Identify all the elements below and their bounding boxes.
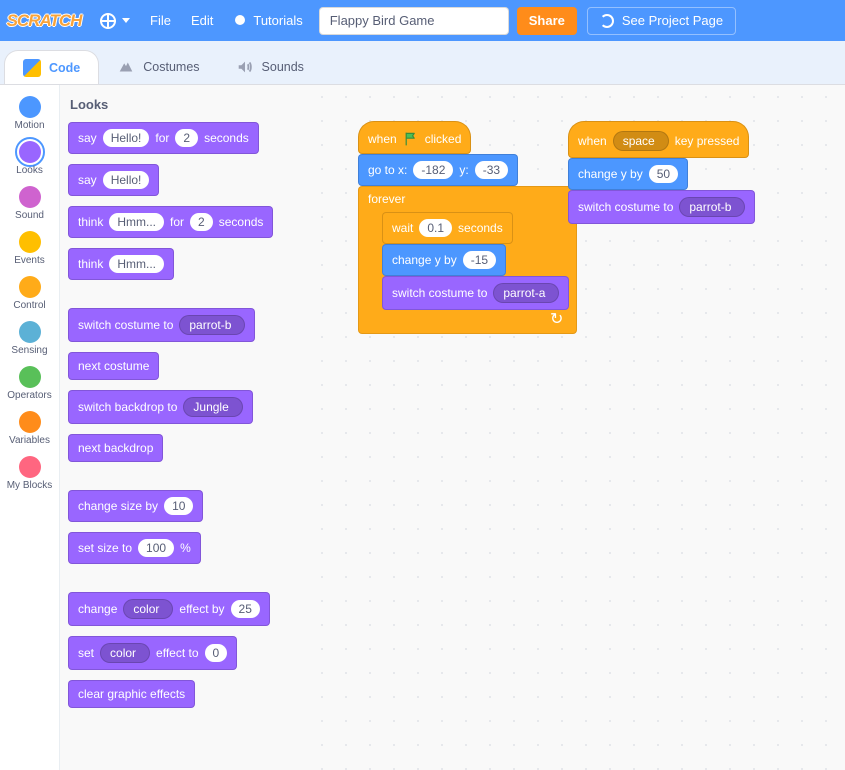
category-myblocks[interactable]: My Blocks <box>0 451 59 496</box>
category-dot <box>19 366 41 388</box>
file-label: File <box>150 13 171 28</box>
loop-icon: ↻ <box>550 309 563 329</box>
category-dot <box>19 456 41 478</box>
block-switch-backdrop[interactable]: switch backdrop to Jungle <box>68 390 253 424</box>
category-variables[interactable]: Variables <box>0 406 59 451</box>
block-change-y[interactable]: change y by 50 <box>568 158 688 190</box>
tab-costumes[interactable]: Costumes <box>99 50 217 84</box>
project-title-field <box>319 7 509 35</box>
category-motion[interactable]: Motion <box>0 91 59 136</box>
category-looks[interactable]: Looks <box>0 136 59 181</box>
block-set-effect[interactable]: set color effect to 0 <box>68 636 237 670</box>
block-next-costume[interactable]: next costume <box>68 352 159 380</box>
block-think-for-secs[interactable]: think Hmm... for 2 seconds <box>68 206 273 238</box>
tab-sounds[interactable]: Sounds <box>218 50 322 84</box>
block-switch-costume[interactable]: switch costume to parrot-a <box>382 276 569 310</box>
category-label: My Blocks <box>7 480 53 491</box>
share-button[interactable]: Share <box>517 7 577 35</box>
scratch-logo[interactable]: SCRATCH <box>8 8 80 33</box>
category-events[interactable]: Events <box>0 226 59 271</box>
block-change-effect[interactable]: change color effect by 25 <box>68 592 270 626</box>
block-switch-costume[interactable]: switch costume to parrot-b <box>68 308 255 342</box>
lightbulb-icon <box>233 14 247 28</box>
block-wait[interactable]: wait 0.1 seconds <box>382 212 513 244</box>
block-say[interactable]: say Hello! <box>68 164 159 196</box>
category-operators[interactable]: Operators <box>0 361 59 406</box>
category-dot <box>19 276 41 298</box>
category-label: Motion <box>14 120 44 131</box>
edit-label: Edit <box>191 13 213 28</box>
chevron-down-icon <box>122 18 130 23</box>
block-switch-costume[interactable]: switch costume to parrot-b <box>568 190 755 224</box>
category-dot <box>19 96 41 118</box>
category-dot <box>19 186 41 208</box>
backdrop-dropdown[interactable]: Jungle <box>183 397 242 417</box>
block-clear-effects[interactable]: clear graphic effects <box>68 680 195 708</box>
sounds-icon <box>236 58 254 76</box>
tutorials-label: Tutorials <box>253 13 302 28</box>
code-icon <box>23 59 41 77</box>
effect-dropdown[interactable]: color <box>123 599 173 619</box>
category-label: Sound <box>15 210 44 221</box>
category-dot <box>19 411 41 433</box>
project-title-input[interactable] <box>319 7 509 35</box>
tab-costumes-label: Costumes <box>143 60 199 74</box>
language-menu[interactable] <box>90 0 140 41</box>
key-dropdown[interactable]: space <box>613 131 669 151</box>
block-say-for-secs[interactable]: say Hello! for 2 seconds <box>68 122 259 154</box>
category-sound[interactable]: Sound <box>0 181 59 226</box>
block-go-to-xy[interactable]: go to x: -182 y: -33 <box>358 154 518 186</box>
category-label: Variables <box>9 435 50 446</box>
tab-code-label: Code <box>49 61 80 75</box>
script-when-flag-clicked[interactable]: when clicked go to x: -182 y: -33 foreve… <box>358 121 577 334</box>
block-category-list: Motion Looks Sound Events Control Sensing Oper… <box>0 85 60 770</box>
block-think[interactable]: think Hmm... <box>68 248 174 280</box>
category-sensing[interactable]: Sensing <box>0 316 59 361</box>
block-set-size[interactable]: set size to 100 % <box>68 532 201 564</box>
block-change-size[interactable]: change size by 10 <box>68 490 203 522</box>
category-dot <box>19 321 41 343</box>
category-dot <box>19 141 41 163</box>
tab-code[interactable]: Code <box>4 50 99 84</box>
block-when-flag-clicked[interactable]: when clicked <box>358 121 471 154</box>
tab-sounds-label: Sounds <box>262 60 304 74</box>
globe-icon <box>100 13 116 29</box>
share-label: Share <box>529 13 565 28</box>
block-palette[interactable]: Looks say Hello! for 2 seconds say Hello… <box>60 85 310 770</box>
category-control[interactable]: Control <box>0 271 59 316</box>
category-label: Operators <box>7 390 51 401</box>
block-when-key-pressed[interactable]: when space key pressed <box>568 121 749 158</box>
costume-dropdown[interactable]: parrot-a <box>493 283 559 303</box>
category-dot <box>19 231 41 253</box>
category-label: Control <box>13 300 45 311</box>
script-when-key-pressed[interactable]: when space key pressed change y by 50 sw… <box>568 121 755 224</box>
palette-title: Looks <box>70 97 302 112</box>
effect-dropdown[interactable]: color <box>100 643 150 663</box>
costume-dropdown[interactable]: parrot-b <box>679 197 745 217</box>
see-project-label: See Project Page <box>622 13 723 28</box>
refresh-icon <box>600 14 614 28</box>
costume-dropdown[interactable]: parrot-b <box>179 315 245 335</box>
category-label: Sensing <box>11 345 47 356</box>
editor-main: Motion Looks Sound Events Control Sensing Oper… <box>0 85 845 770</box>
menubar: SCRATCH File Edit Tutorials Share See Pr… <box>0 0 845 41</box>
block-forever[interactable]: forever wait 0.1 seconds change y by -15 <box>358 186 577 334</box>
see-project-button[interactable]: See Project Page <box>587 7 736 35</box>
file-menu[interactable]: File <box>140 0 181 41</box>
category-label: Events <box>14 255 45 266</box>
editor-tabs: Code Costumes Sounds <box>0 41 845 85</box>
edit-menu[interactable]: Edit <box>181 0 223 41</box>
tutorials-button[interactable]: Tutorials <box>223 0 312 41</box>
block-next-backdrop[interactable]: next backdrop <box>68 434 163 462</box>
scripts-workspace[interactable]: when clicked go to x: -182 y: -33 foreve… <box>310 85 845 770</box>
green-flag-icon <box>403 131 419 147</box>
block-change-y[interactable]: change y by -15 <box>382 244 506 276</box>
costumes-icon <box>117 58 135 76</box>
category-label: Looks <box>16 165 43 176</box>
